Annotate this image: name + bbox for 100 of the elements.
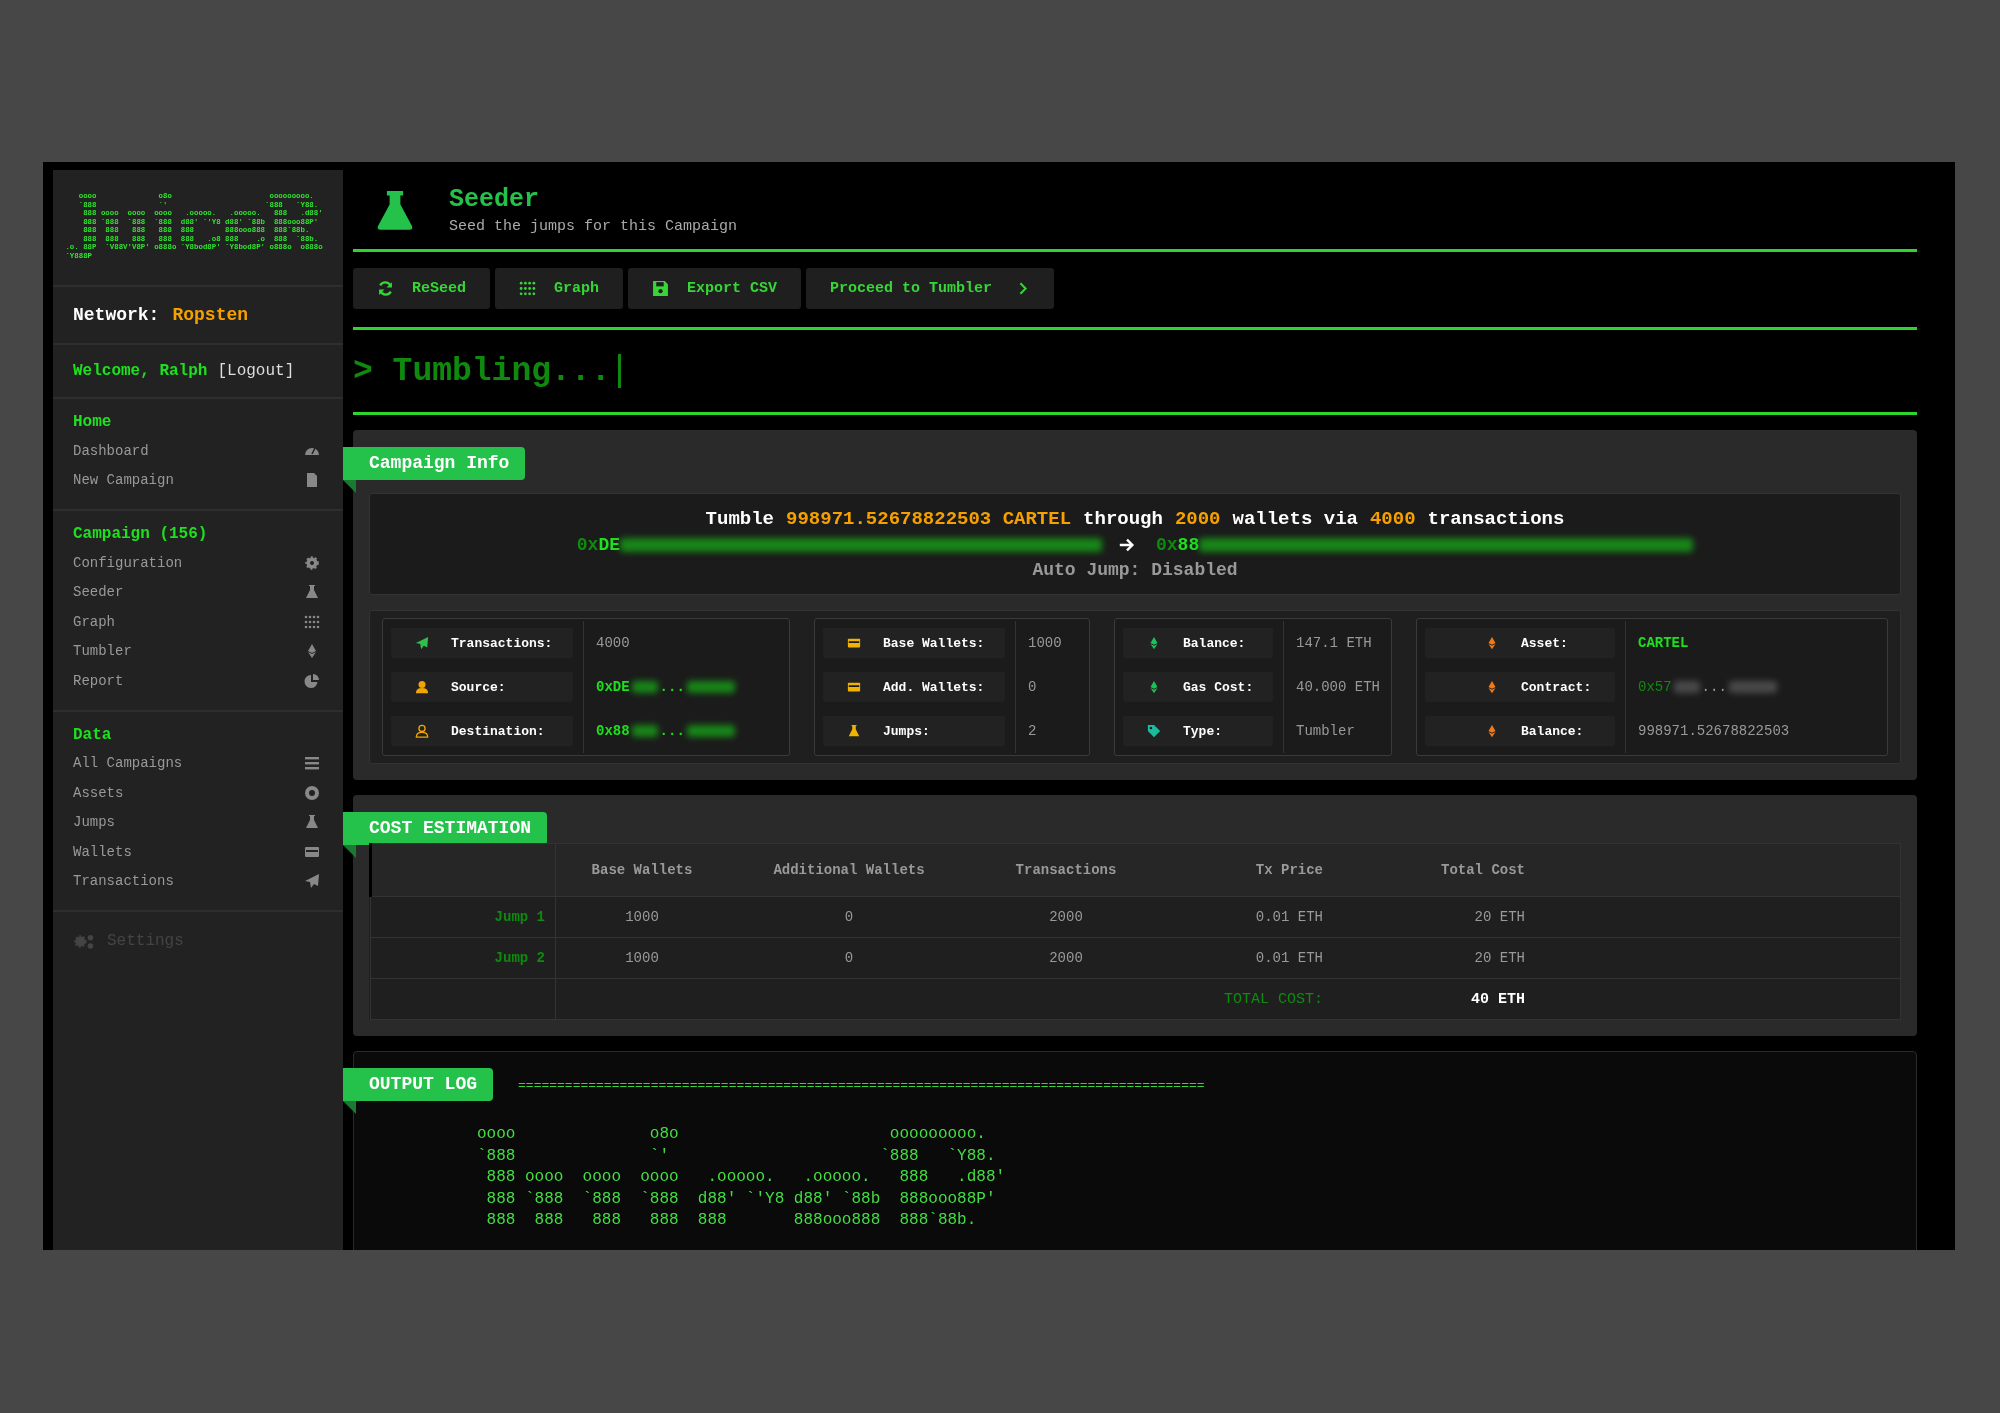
log-output: oooo o8o ooooooooo. `888 `' `888 `Y88. 888 oooo oooo oooo .ooooo. .ooooo. 888 .d88' 888 `888 `888 `888 d88' `'Y8 d88' `88b 888ooo88P' 888 888 888 888 888 888ooo888 888`88b.: [477, 1124, 1007, 1231]
table-cell: 1000: [625, 950, 659, 966]
column-header: Base Wallets: [591, 862, 693, 878]
card-icon: [847, 636, 861, 650]
nav-item[interactable]: Assets: [73, 784, 124, 801]
nav-item[interactable]: Dashboard: [73, 442, 149, 459]
stat-label: Add. Wallets:: [823, 672, 1005, 702]
stat-value: 0: [1028, 679, 1037, 695]
toolbar-button[interactable]: Proceed to Tumbler: [806, 268, 1055, 309]
stat-label: Jumps:: [823, 716, 1005, 746]
tab-fold: [343, 1101, 356, 1114]
table-cell: 20 ETH: [1474, 950, 1525, 966]
refresh-icon: [377, 280, 394, 297]
masked-address: [631, 725, 658, 737]
tag-icon: [1147, 724, 1161, 738]
flask-icon: [847, 724, 861, 738]
toolbar-button[interactable]: ReSeed: [353, 268, 490, 309]
summary-text: transactions: [1427, 508, 1565, 530]
summary-text: 998971.52678822503 CARTEL: [786, 508, 1072, 530]
address-prefix: 0x88: [596, 723, 630, 739]
dots-icon: [304, 613, 320, 630]
stat-value: 2: [1028, 723, 1037, 739]
pie-chart-icon: [304, 672, 320, 689]
toolbar-button[interactable]: Graph: [495, 268, 624, 309]
paper-plane-icon: [304, 873, 320, 890]
page-subtitle: Seed the jumps for this Campaign: [449, 218, 738, 235]
masked-address: [686, 725, 735, 737]
nav-item[interactable]: All Campaigns: [73, 755, 183, 772]
table-cell: 1000: [625, 909, 659, 925]
table-cell: 0.01 ETH: [1255, 950, 1323, 966]
log-separator: ========================================================================================: [518, 1078, 1205, 1093]
destination-address: 0x88: [1156, 535, 1200, 555]
nav-item[interactable]: Transactions: [73, 873, 174, 890]
nav-item[interactable]: Tumbler: [73, 643, 132, 660]
nav-item[interactable]: Seeder: [73, 584, 124, 601]
ellipsis-text: ...: [1701, 679, 1727, 695]
stat-label: Type:: [1123, 716, 1273, 746]
total-label: TOTAL COST:: [1223, 990, 1323, 1008]
tab-fold: [343, 480, 356, 493]
nav-item[interactable]: Wallets: [73, 843, 132, 860]
total-value: 40 ETH: [1471, 990, 1525, 1008]
table-cell: 0.01 ETH: [1255, 909, 1323, 925]
nav-heading: Home: [73, 413, 113, 431]
stat-value: 1000: [1028, 635, 1062, 651]
table-cell: 2000: [1049, 909, 1083, 925]
status-text: > Tumbling...: [353, 352, 611, 390]
stat-label: Gas Cost:: [1123, 672, 1273, 702]
stat-value: CARTEL: [1638, 635, 1689, 651]
nav-item[interactable]: Configuration: [73, 554, 183, 571]
stat-value: 40.000 ETH: [1296, 679, 1380, 695]
file-icon: [304, 472, 320, 489]
masked-address: [631, 681, 658, 693]
stat-value: 4000: [596, 635, 630, 651]
column-header: Transactions: [1015, 862, 1117, 878]
column-header: Total Cost: [1441, 862, 1525, 878]
stat-value: 147.1 ETH: [1296, 635, 1372, 651]
nav-heading: Campaign (156): [73, 525, 209, 543]
ellipsis-text: ...: [659, 723, 685, 739]
column-header: Additional Wallets: [773, 862, 925, 878]
toolbar-button[interactable]: Export CSV: [628, 268, 802, 309]
source-address: 0xDE: [576, 535, 620, 555]
table-cell: 2000: [1049, 950, 1083, 966]
coin-icon: [304, 784, 320, 801]
stat-label: Base Wallets:: [823, 628, 1005, 658]
dots-icon: [519, 280, 536, 297]
network-label: Network:: [73, 305, 160, 325]
stat-label: Source:: [391, 672, 573, 702]
flask-icon: [304, 584, 320, 601]
summary-text: through: [1083, 508, 1163, 530]
list-icon: [304, 755, 320, 772]
card-icon: [847, 680, 861, 694]
nav-item[interactable]: New Campaign: [73, 472, 174, 489]
auto-jump-status: Auto Jump: Disabled: [1032, 560, 1238, 580]
nav-item[interactable]: Graph: [73, 613, 115, 630]
stat-label: Balance:: [1425, 716, 1615, 746]
settings-icon: [304, 554, 320, 571]
summary-text: 4000: [1369, 508, 1416, 530]
panel-title: COST ESTIMATION: [343, 812, 548, 845]
logout-link[interactable]: [Logout]: [217, 362, 295, 380]
stat-value: Tumbler: [1296, 723, 1355, 739]
summary-text: wallets via: [1232, 508, 1358, 530]
masked-address: [686, 681, 735, 693]
summary-text: 2000: [1174, 508, 1221, 530]
paper-plane-icon: [415, 636, 429, 650]
text-cursor: [618, 354, 622, 388]
stat-label: Balance:: [1123, 628, 1273, 658]
tab-fold: [343, 845, 356, 858]
stat-label: Destination:: [391, 716, 573, 746]
panel-title: OUTPUT LOG: [343, 1068, 494, 1101]
table-cell: 20 ETH: [1474, 909, 1525, 925]
address-prefix: 0x57: [1638, 679, 1672, 695]
stat-value: 998971.52678822503: [1638, 723, 1790, 739]
nav-item[interactable]: Report: [73, 672, 124, 689]
column-header: Tx Price: [1255, 862, 1323, 878]
flask-icon: [377, 189, 413, 231]
flask-icon: [304, 814, 320, 831]
masked-address: [1673, 681, 1700, 693]
gears-icon: [73, 932, 95, 950]
nav-item[interactable]: Jumps: [73, 814, 115, 831]
arrow-icon: [1118, 536, 1136, 554]
